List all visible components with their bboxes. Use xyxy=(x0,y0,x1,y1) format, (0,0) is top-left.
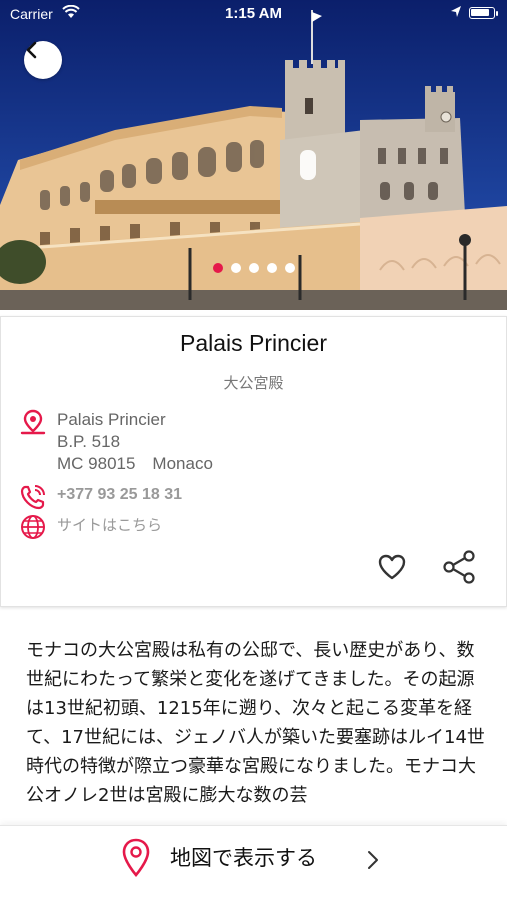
chevron-left-icon xyxy=(26,41,37,59)
battery-level xyxy=(471,9,489,16)
carousel-dot[interactable] xyxy=(285,263,295,273)
website-link[interactable]: サイトはこちら xyxy=(57,513,162,537)
carousel-dot[interactable] xyxy=(213,263,223,273)
address-line2: B.P. 518 xyxy=(57,432,121,451)
back-button[interactable] xyxy=(24,41,62,79)
battery-icon xyxy=(469,7,498,19)
place-description: モナコの大公宮殿は私有の公邸で、長い歴史があり、数世紀にわたって繁栄と変化を遂げ… xyxy=(26,640,485,806)
address-line1: Palais Princier xyxy=(57,410,166,429)
status-bar: Carrier 1:15 AM xyxy=(0,0,507,30)
place-name-japanese: 大公宮殿 xyxy=(223,374,284,392)
hero-image-carousel[interactable]: Carrier 1:15 AM xyxy=(0,0,507,310)
carousel-page-indicator xyxy=(213,263,295,273)
map-pin-icon xyxy=(122,838,150,877)
show-on-map-label: 地図で表示する xyxy=(170,846,317,870)
phone-icon xyxy=(20,485,45,510)
place-info-card: Palais Princier 大公宮殿 Palais Princier B.P… xyxy=(0,316,507,607)
address-text: Palais Princier B.P. 518 MC 98015 Monaco xyxy=(57,409,213,475)
address-line3: MC 98015 Monaco xyxy=(57,454,213,473)
show-on-map-button[interactable]: 地図で表示する xyxy=(0,825,507,900)
share-icon[interactable] xyxy=(441,549,477,585)
chevron-right-icon xyxy=(368,851,378,869)
carousel-dot[interactable] xyxy=(249,263,259,273)
carousel-dot[interactable] xyxy=(267,263,277,273)
globe-icon xyxy=(21,515,45,539)
place-name: Palais Princier xyxy=(180,330,327,356)
map-pin-icon xyxy=(20,409,46,435)
carousel-dot[interactable] xyxy=(231,263,241,273)
phone-number[interactable]: +377 93 25 18 31 xyxy=(57,483,182,507)
status-time: 1:15 AM xyxy=(225,5,282,22)
heart-icon[interactable] xyxy=(376,551,408,583)
